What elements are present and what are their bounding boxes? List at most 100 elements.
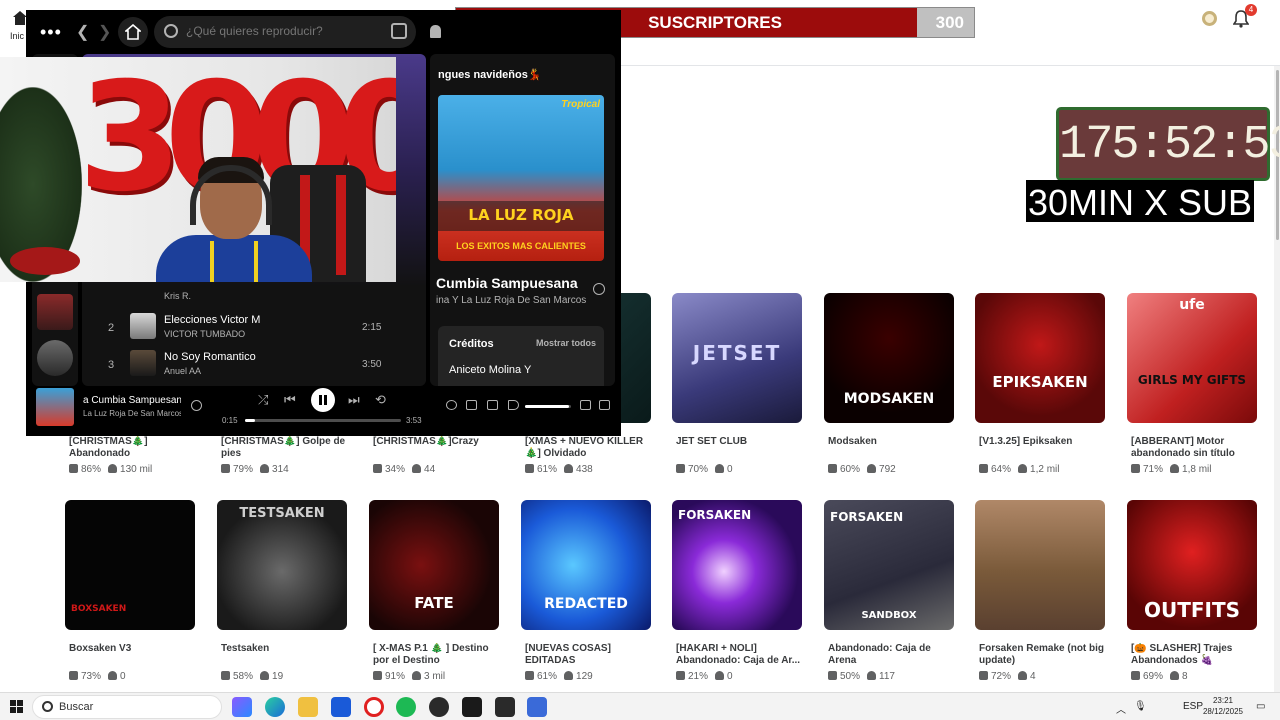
now-playing-art[interactable] <box>36 388 74 426</box>
lyrics-icon[interactable] <box>446 400 457 410</box>
opera-browser-icon[interactable] <box>364 697 384 717</box>
copilot-icon[interactable] <box>232 697 252 717</box>
previous-icon[interactable]: ⏮ <box>284 392 296 408</box>
game-title[interactable]: Abandonado: Caja de Arena <box>828 643 954 667</box>
game-title[interactable]: [HAKARI + NOLI] Abandonado: Caja de Ar..… <box>676 643 802 667</box>
track-row[interactable]: 2 Elecciones Victor M VICTOR TUMBADO 2:1… <box>98 311 418 345</box>
roblox-app-icon[interactable] <box>527 697 547 717</box>
spotify-search-bar[interactable] <box>154 16 416 48</box>
game-thumbnail[interactable]: FATE <box>369 500 499 630</box>
game-stats: 61% 129 <box>525 671 651 682</box>
pause-button[interactable] <box>311 388 335 412</box>
game-players: 0 <box>727 464 733 475</box>
track-title[interactable]: No Soy Romantico <box>164 351 256 363</box>
game-title[interactable]: [CHRISTMAS🎄] Abandonado <box>69 436 195 460</box>
tray-chevron-icon[interactable]: ︿ <box>1116 701 1126 716</box>
game-title[interactable]: [🎃 SLASHER] Trajes Abandonados 🍇 <box>1131 643 1257 667</box>
game-thumbnail[interactable]: OUTFITS <box>1127 500 1257 630</box>
repeat-icon[interactable]: ⟲ <box>375 392 386 408</box>
game-thumbnail[interactable]: JETSET <box>672 293 802 423</box>
now-playing-artist[interactable]: La Luz Roja De San Marcos <box>83 409 181 418</box>
volume-slider[interactable] <box>525 405 571 408</box>
spotify-app-icon[interactable] <box>396 697 416 717</box>
game-title[interactable]: [XMAS + NUEVO KILLER🎄] Olvidado <box>525 436 651 460</box>
track-row[interactable]: 3 No Soy Romantico Anuel AA 3:50 <box>98 348 418 382</box>
notification-center-icon[interactable]: ▭ <box>1256 701 1265 712</box>
track-number: 3 <box>108 359 115 371</box>
track-title[interactable]: Elecciones Victor M <box>164 314 260 326</box>
game-title[interactable]: [CHRISTMAS🎄] Golpe de pies <box>221 436 347 460</box>
track-artist[interactable]: Kris R. <box>164 291 191 301</box>
song-artist[interactable]: ina Y La Luz Roja De San Marcos <box>436 295 596 306</box>
game-thumbnail[interactable] <box>975 500 1105 630</box>
next-icon[interactable]: ⏭ <box>348 392 360 408</box>
volume-icon[interactable] <box>508 400 519 410</box>
players-icon <box>412 671 422 680</box>
game-thumbnail[interactable]: FORSAKEN SANDBOX <box>824 500 954 630</box>
game-title[interactable]: Modsaken <box>828 436 954 460</box>
add-to-library-icon[interactable] <box>593 283 605 295</box>
thumbs-up-icon <box>828 464 837 473</box>
volume-fill <box>525 405 569 408</box>
now-playing-title[interactable]: a Cumbia Sampuesana <box>83 395 181 406</box>
taskbar-clock[interactable]: 23:21 28/12/2025 <box>1199 695 1247 717</box>
shuffle-icon[interactable]: ⤮ <box>258 392 268 408</box>
capcut-icon[interactable] <box>462 697 482 717</box>
add-to-library-icon[interactable] <box>191 400 202 411</box>
progress-bar[interactable] <box>245 419 401 422</box>
fullscreen-icon[interactable] <box>599 400 610 410</box>
game-thumbnail[interactable]: BOXSAKEN <box>65 500 195 630</box>
spotify-home-button[interactable] <box>118 17 148 47</box>
spotify-bell-icon[interactable] <box>430 25 441 38</box>
library-item[interactable] <box>37 340 73 376</box>
game-thumbnail[interactable]: FORSAKEN <box>672 500 802 630</box>
epic-games-icon[interactable] <box>495 697 515 717</box>
obs-icon[interactable] <box>429 697 449 717</box>
search-input[interactable] <box>186 24 376 38</box>
game-title[interactable]: Boxsaken V3 <box>69 643 195 667</box>
game-stats: 71% 1,8 mil <box>1131 464 1257 475</box>
back-arrow-icon[interactable]: ❮ <box>76 22 89 42</box>
home-icon <box>125 24 141 40</box>
edge-browser-icon[interactable] <box>265 697 285 717</box>
song-title[interactable]: Cumbia Sampuesana <box>436 275 596 291</box>
file-explorer-icon[interactable] <box>298 697 318 717</box>
game-thumbnail[interactable]: EPIKSAKEN <box>975 293 1105 423</box>
game-title[interactable]: [CHRISTMAS🎄]Crazy <box>373 436 499 460</box>
connect-device-icon[interactable] <box>487 400 498 410</box>
game-thumbnail[interactable]: ufe GIRLS MY GIFTS <box>1127 293 1257 423</box>
forward-arrow-icon[interactable]: ❯ <box>98 22 111 42</box>
mini-player-icon[interactable] <box>580 400 591 410</box>
elapsed-time: 0:15 <box>222 416 238 425</box>
credit-name[interactable]: Aniceto Molina Y <box>449 364 531 376</box>
playlist-title[interactable]: ngues navideños💃 <box>438 68 542 81</box>
game-thumbnail[interactable]: REDACTED <box>521 500 651 630</box>
home-label[interactable]: Inic <box>10 31 24 41</box>
browse-icon[interactable] <box>391 23 407 39</box>
game-title[interactable]: [V1.3.25] Epiksaken <box>979 436 1105 460</box>
taskbar-search[interactable]: Buscar <box>32 695 222 719</box>
game-thumbnail[interactable]: MODSAKEN <box>824 293 954 423</box>
game-title[interactable]: JET SET CLUB <box>676 436 802 460</box>
track-artist[interactable]: Anuel AA <box>164 366 201 376</box>
track-artist[interactable]: VICTOR TUMBADO <box>164 329 245 339</box>
track-duration: 3:50 <box>362 359 382 370</box>
players-icon <box>715 671 725 680</box>
game-title[interactable]: [NUEVAS COSAS] EDITADAS <box>525 643 651 667</box>
windows-start-icon[interactable] <box>10 700 24 714</box>
queue-icon[interactable] <box>466 400 477 410</box>
store-icon[interactable] <box>331 697 351 717</box>
game-title[interactable]: Testsaken <box>221 643 347 667</box>
thumbs-up-icon <box>525 671 534 680</box>
robux-icon[interactable] <box>1202 11 1217 26</box>
library-item[interactable] <box>37 294 73 330</box>
game-title[interactable]: [ X-MAS P.1 🎄 ] Destino por el Destino <box>373 643 499 667</box>
show-all-credits-link[interactable]: Mostrar todos <box>536 338 596 348</box>
menu-dots-icon[interactable]: ••• <box>40 22 62 43</box>
taskbar-search-label[interactable]: Buscar <box>59 701 93 713</box>
game-title[interactable]: [ABBERANT] Motor abandonado sin título <box>1131 436 1257 460</box>
game-rating: 71% <box>1143 464 1164 475</box>
game-thumbnail[interactable]: TESTSAKEN <box>217 500 347 630</box>
microphone-icon[interactable]: 🎙 <box>1134 701 1147 712</box>
game-title[interactable]: Forsaken Remake (not big update) <box>979 643 1105 667</box>
